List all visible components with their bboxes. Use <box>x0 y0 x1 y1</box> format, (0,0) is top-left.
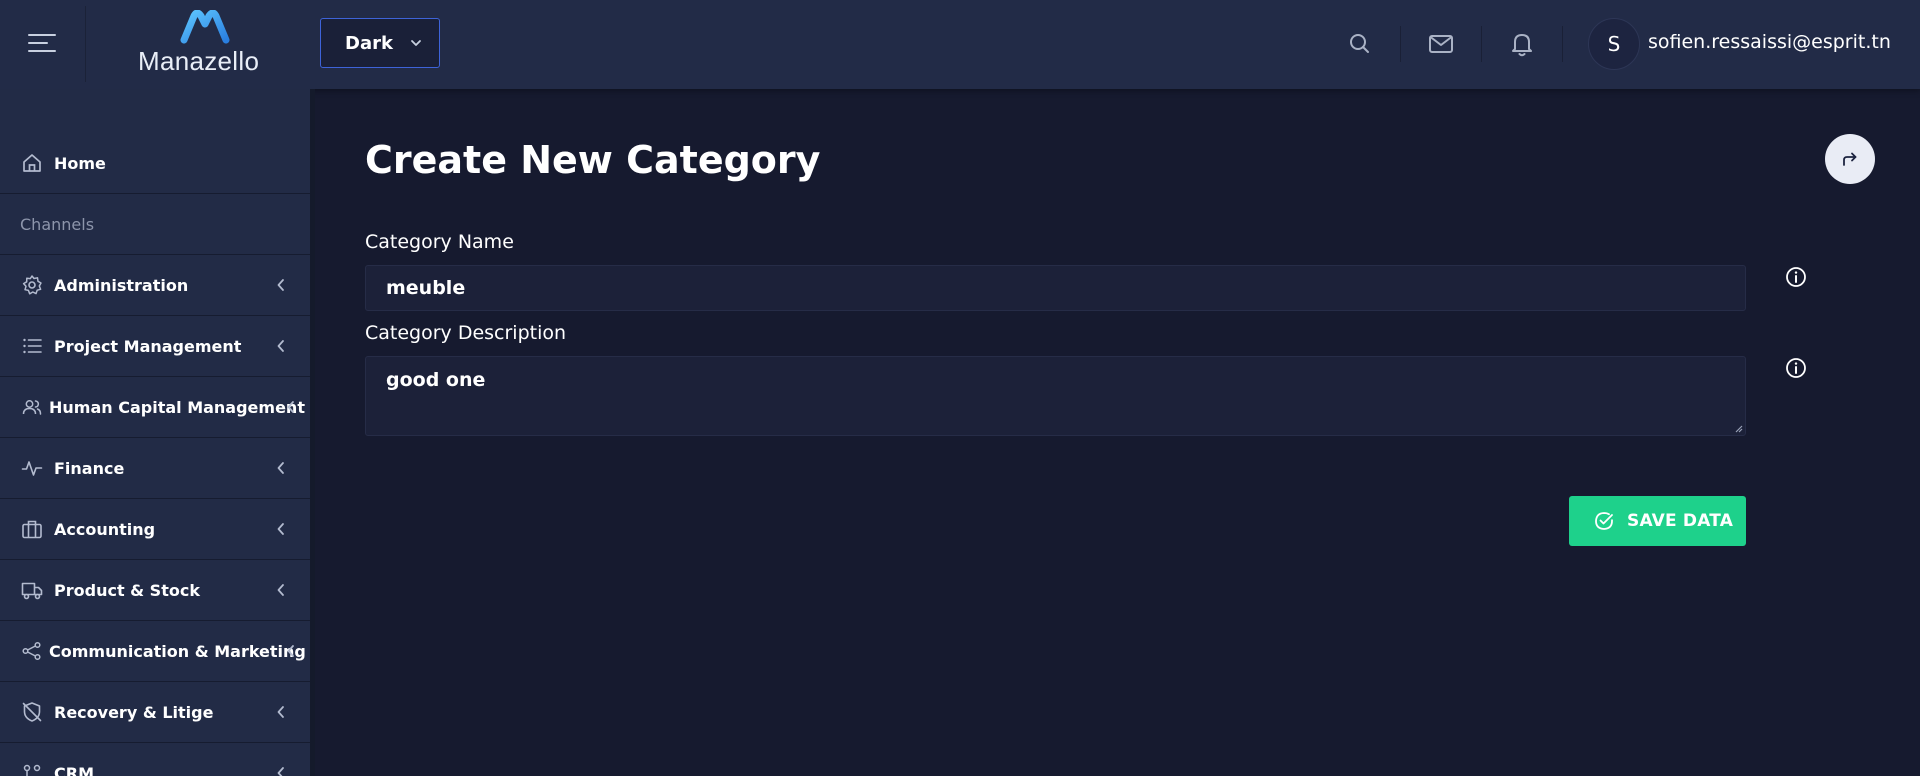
sidebar-item-label: Recovery & Litige <box>54 702 214 722</box>
sidebar-item-home[interactable]: Home <box>0 133 310 194</box>
sidebar-item-finance[interactable]: Finance <box>0 438 310 499</box>
shield-off-icon <box>22 702 42 722</box>
category-name-input[interactable]: meuble <box>365 265 1746 311</box>
page-title: Create New Category <box>365 138 821 182</box>
sidebar-item-accounting[interactable]: Accounting <box>0 499 310 560</box>
save-data-label: SAVE DATA <box>1627 511 1734 531</box>
sidebar-item-label: Accounting <box>54 519 156 539</box>
chevron-left-icon <box>287 645 294 657</box>
chevron-left-icon <box>277 279 284 291</box>
category-description-label: Category Description <box>365 322 567 344</box>
redirect-arrow-icon <box>1843 152 1857 166</box>
sidebar-item-project-management[interactable]: Project Management <box>0 316 310 377</box>
chevron-left-icon <box>277 523 284 535</box>
sidebar-item-label: CRM <box>54 763 94 776</box>
save-data-button[interactable]: SAVE DATA <box>1569 496 1746 546</box>
sidebar-item-label: Product & Stock <box>54 580 200 600</box>
sidebar-item-label: Home <box>54 153 106 173</box>
sidebar-item-communication-marketing[interactable]: Communication & Marketing <box>0 621 310 682</box>
chevron-left-icon <box>277 767 284 776</box>
sidebar-item-administration[interactable]: Administration <box>0 255 310 316</box>
chevron-left-icon <box>277 340 284 352</box>
sidebar-item-label: Communication & Marketing <box>49 641 306 661</box>
share-icon <box>22 641 41 661</box>
header-divider <box>1400 26 1401 62</box>
gear-icon <box>22 275 42 295</box>
user-email[interactable]: sofien.ressaissi@esprit.tn <box>1648 31 1891 53</box>
category-name-label: Category Name <box>365 231 514 253</box>
info-icon[interactable] <box>1785 357 1807 379</box>
sidebar-item-label: Finance <box>54 458 125 478</box>
sidebar-section-label: Channels <box>20 214 95 234</box>
mail-icon[interactable] <box>1427 30 1455 58</box>
category-description-value: good one <box>386 369 486 391</box>
theme-select[interactable]: Dark <box>320 18 440 68</box>
theme-select-value: Dark <box>345 32 393 54</box>
chevron-down-icon <box>411 40 421 46</box>
truck-icon <box>21 582 43 600</box>
header-divider <box>1562 26 1563 62</box>
users-icon <box>22 400 42 415</box>
avatar-initial: S <box>1607 32 1621 56</box>
redirect-button[interactable] <box>1825 134 1875 184</box>
search-icon[interactable] <box>1346 30 1374 58</box>
crm-icon <box>23 764 41 776</box>
menu-toggle-icon[interactable] <box>26 30 58 56</box>
category-name-value: meuble <box>386 277 466 299</box>
sidebar-item-recovery-litige[interactable]: Recovery & Litige <box>0 682 310 743</box>
chevron-left-icon <box>277 706 284 718</box>
home-icon <box>23 154 41 172</box>
list-icon <box>23 338 42 354</box>
resize-handle-icon[interactable] <box>1733 423 1743 433</box>
avatar[interactable]: S <box>1588 18 1640 70</box>
sidebar-item-crm[interactable]: CRM <box>0 743 310 776</box>
header-divider <box>1481 26 1482 62</box>
brand-name: Manazello <box>138 46 260 76</box>
sidebar: Home Channels Administration Project Man… <box>0 89 315 776</box>
top-header: Manazello Dark S sofien.ressaissi@esprit… <box>0 0 1920 89</box>
sidebar-section-channels: Channels <box>0 194 310 255</box>
sidebar-item-label: Project Management <box>54 336 242 356</box>
activity-icon <box>21 461 43 476</box>
chevron-left-icon <box>277 462 284 474</box>
bell-icon[interactable] <box>1508 30 1536 58</box>
brand-logo[interactable]: Manazello <box>130 10 280 78</box>
category-description-textarea[interactable]: good one <box>365 356 1746 436</box>
info-icon[interactable] <box>1785 266 1807 288</box>
sidebar-item-label: Human Capital Management <box>49 397 305 417</box>
chevron-left-icon <box>287 401 294 413</box>
briefcase-icon <box>22 520 42 539</box>
sidebar-item-label: Administration <box>54 275 189 295</box>
logo-mark-icon <box>180 10 230 44</box>
sidebar-item-human-capital-management[interactable]: Human Capital Management <box>0 377 310 438</box>
sidebar-item-product-stock[interactable]: Product & Stock <box>0 560 310 621</box>
check-circle-icon <box>1595 512 1613 530</box>
chevron-left-icon <box>277 584 284 596</box>
header-divider <box>85 6 86 82</box>
